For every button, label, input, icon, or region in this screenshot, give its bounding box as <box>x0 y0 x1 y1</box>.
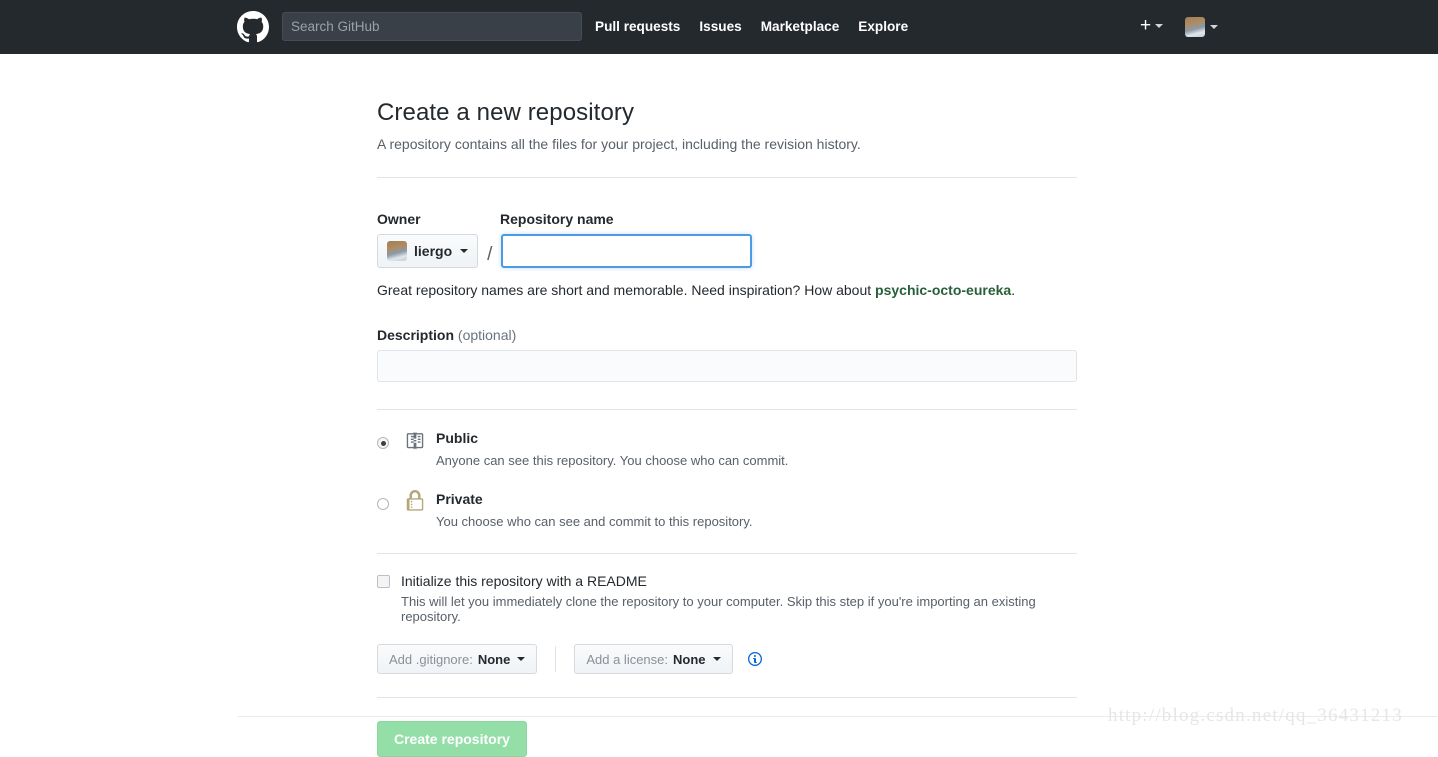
license-dropdown-button[interactable]: Add a license: None <box>574 644 733 674</box>
page-title: Create a new repository <box>377 99 635 126</box>
chevron-down-icon <box>1210 25 1218 29</box>
description-label-text: Description <box>377 327 455 343</box>
hint-text-before: Great repository names are short and mem… <box>377 282 876 298</box>
search-input[interactable] <box>283 13 581 40</box>
owner-dropdown-button[interactable]: liergo <box>377 234 479 268</box>
readme-checkbox[interactable] <box>377 575 390 588</box>
chevron-down-icon <box>517 657 526 661</box>
public-radio[interactable] <box>377 437 389 449</box>
gitignore-value: None <box>477 651 511 667</box>
user-avatar <box>1185 17 1205 37</box>
create-new-menu[interactable]: + <box>1140 15 1164 36</box>
github-octocat-icon <box>237 11 269 43</box>
nav-issues[interactable]: Issues <box>699 19 741 35</box>
gitignore-dropdown-button[interactable]: Add .gitignore: None <box>377 644 538 674</box>
site-header: Pull requests Issues Marketplace Explore… <box>0 0 1438 54</box>
path-separator: / <box>487 244 493 265</box>
template-pickers: Add .gitignore: None Add a license: None <box>377 644 1077 674</box>
gitignore-prefix: Add .gitignore: <box>389 651 473 667</box>
owner-avatar <box>387 241 407 261</box>
readme-description: This will let you immediately clone the … <box>401 594 1036 624</box>
repository-name-input[interactable] <box>501 234 753 268</box>
license-value: None <box>673 651 706 667</box>
info-circle-icon[interactable] <box>747 651 763 667</box>
chevron-down-icon <box>460 249 469 253</box>
readme-texts: Initialize this repository with a README… <box>401 573 1077 624</box>
repository-name-hint: Great repository names are short and mem… <box>377 282 1077 298</box>
private-radio[interactable] <box>377 498 389 510</box>
picker-divider <box>555 646 557 672</box>
divider <box>377 553 1077 554</box>
primary-nav: Pull requests Issues Marketplace Explore <box>595 19 908 35</box>
public-title: Public <box>436 430 479 446</box>
visibility-option-public[interactable]: Public Anyone can see this repository. Y… <box>377 429 1077 468</box>
private-title: Private <box>436 491 483 507</box>
page-subtitle: A repository contains all the files for … <box>377 136 861 152</box>
private-description: You choose who can see and commit to thi… <box>436 514 753 529</box>
visibility-options: Public Anyone can see this repository. Y… <box>377 429 1077 529</box>
chevron-down-icon <box>1155 24 1164 28</box>
watermark: http://blog.csdn.net/qq_36431213 <box>1108 705 1403 726</box>
lock-icon <box>402 490 428 512</box>
hint-text-after: . <box>1011 282 1016 298</box>
description-input[interactable] <box>377 350 1077 382</box>
repo-book-icon <box>402 429 428 451</box>
search-box[interactable] <box>282 12 582 41</box>
create-repository-button[interactable]: Create repository <box>377 721 527 757</box>
chevron-down-icon <box>712 657 721 661</box>
visibility-option-private[interactable]: Private You choose who can see and commi… <box>377 490 1077 529</box>
divider <box>377 177 1077 178</box>
public-description: Anyone can see this repository. You choo… <box>436 453 789 468</box>
user-menu[interactable] <box>1185 17 1218 37</box>
description-optional-text: (optional) <box>457 327 517 343</box>
owner-label: Owner <box>377 211 421 227</box>
divider <box>377 409 1077 410</box>
new-repository-form: Create a new repository A repository con… <box>377 54 1077 757</box>
owner-repo-labels: Owner Repository name <box>377 211 1077 227</box>
divider <box>377 697 1077 698</box>
description-label: Description (optional) <box>377 327 1077 343</box>
suggested-name-link[interactable]: psychic-octo-eureka <box>875 282 1011 298</box>
github-logo-link[interactable] <box>237 11 269 43</box>
nav-pull-requests[interactable]: Pull requests <box>595 19 680 35</box>
public-option-text: Public Anyone can see this repository. Y… <box>436 429 788 468</box>
repository-name-label: Repository name <box>500 211 614 227</box>
plus-icon: + <box>1140 15 1152 36</box>
private-option-text: Private You choose who can see and commi… <box>436 490 753 529</box>
nav-marketplace[interactable]: Marketplace <box>761 19 840 35</box>
nav-explore[interactable]: Explore <box>858 19 908 35</box>
owner-repo-row: liergo / <box>377 234 1077 268</box>
license-prefix: Add a license: <box>586 651 669 667</box>
initialize-readme-row[interactable]: Initialize this repository with a README… <box>377 573 1077 624</box>
owner-name: liergo <box>414 243 453 259</box>
readme-label: Initialize this repository with a README <box>401 573 647 589</box>
